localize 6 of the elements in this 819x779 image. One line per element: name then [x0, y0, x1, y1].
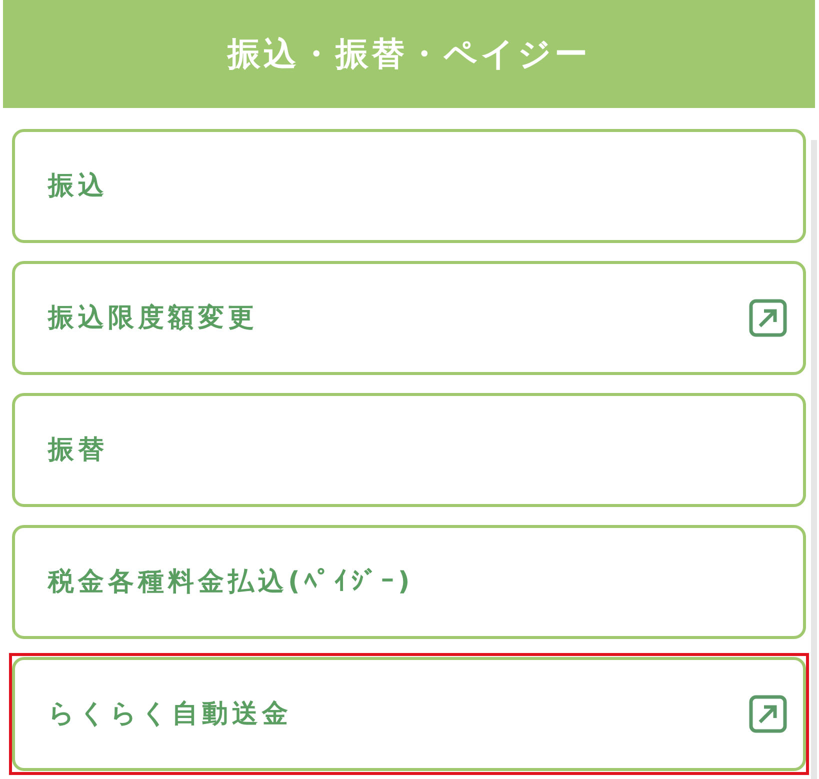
menu-item[interactable]: 振替: [12, 393, 806, 507]
menu-item[interactable]: らくらく自動送金: [12, 657, 806, 771]
menu-item[interactable]: 振込限度額変更: [12, 261, 806, 375]
menu-item[interactable]: 振込: [12, 129, 806, 243]
page-title: 振込・振替・ペイジー: [228, 33, 590, 76]
menu-item[interactable]: 税金各種料金払込(ﾍﾟｲｼﾞｰ): [12, 525, 806, 639]
